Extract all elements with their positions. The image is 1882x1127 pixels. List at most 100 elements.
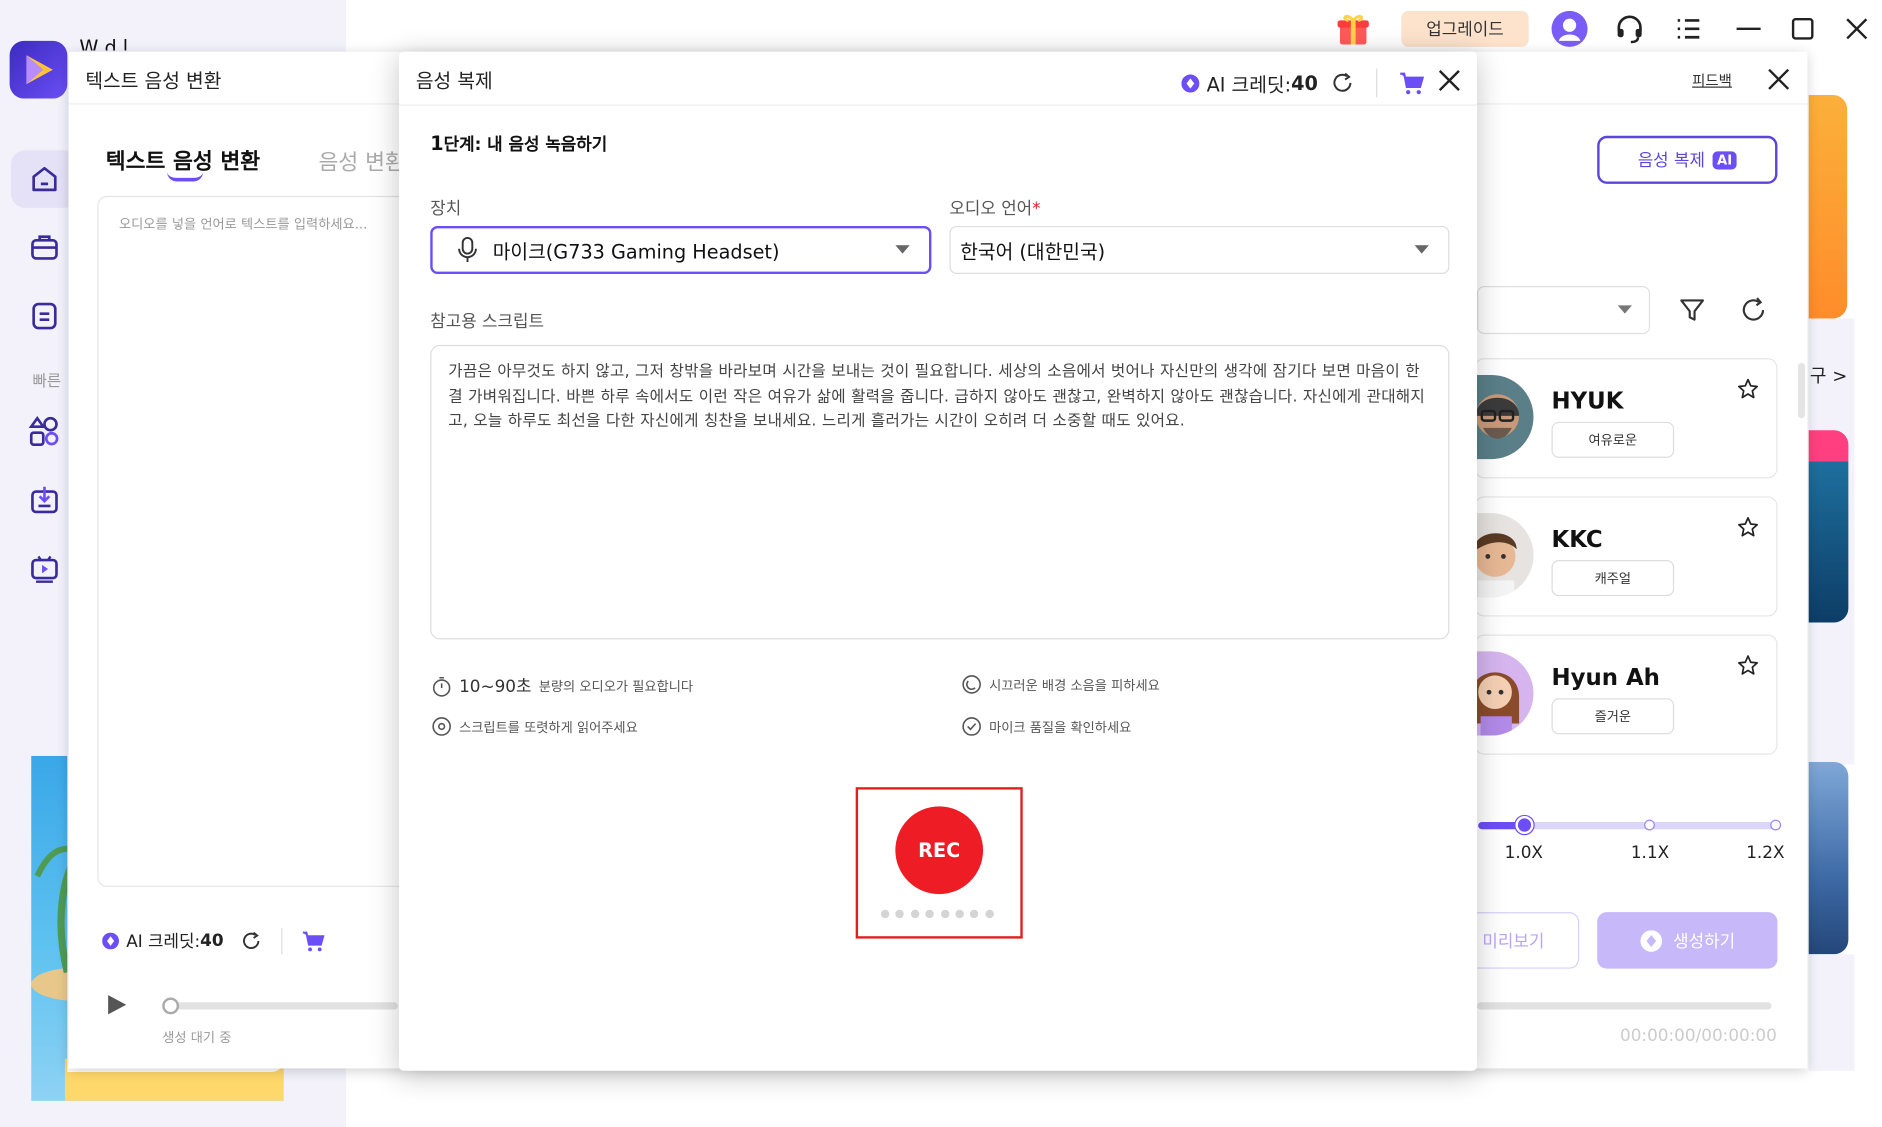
device-label: 장치 — [430, 199, 462, 219]
maximize-button[interactable] — [1788, 14, 1817, 43]
speed-slider-handle[interactable] — [1515, 816, 1534, 835]
language-select[interactable]: 한국어 (대한민국) — [949, 225, 1450, 275]
tab-text-to-speech[interactable]: 텍스트 음성 변환 — [106, 144, 260, 175]
recording-level-dots — [880, 907, 1001, 919]
banner-strip-1[interactable] — [1808, 94, 1848, 319]
refresh-voices-button[interactable] — [1739, 296, 1768, 325]
gift-button[interactable] — [1334, 10, 1372, 48]
side-bg — [1808, 954, 1855, 1071]
tip-mic: 마이크 품질을 확인하세요 — [961, 716, 1131, 736]
side-bg — [1808, 622, 1855, 765]
cart-icon[interactable] — [1398, 70, 1424, 96]
voice-tag: 여유로운 — [1551, 421, 1675, 458]
app-logo[interactable] — [9, 40, 68, 99]
level-dot — [925, 909, 935, 919]
step-number: 1 — [430, 132, 444, 156]
account-icon — [1551, 10, 1588, 47]
modal-credits: AI 크레딧: 40 — [1181, 68, 1424, 98]
video-icon — [31, 555, 58, 583]
filter-button[interactable] — [1678, 296, 1707, 325]
voice-name: Hyun Ah — [1551, 664, 1660, 692]
tip-noise-text: 시끄러운 배경 소음을 피하세요 — [989, 677, 1160, 693]
tip-mic-text: 마이크 품질을 확인하세요 — [989, 719, 1132, 735]
speed-label: 1.0X — [1504, 843, 1543, 863]
banner-strip-3[interactable] — [1808, 761, 1849, 955]
shapes-icon — [28, 415, 59, 446]
account-button[interactable] — [1550, 10, 1588, 48]
download-icon — [31, 486, 58, 514]
speed-tick — [1644, 819, 1655, 831]
tip-noise: 시끄러운 배경 소음을 피하세요 — [961, 674, 1160, 694]
reference-script[interactable]: 가끔은 아무것도 하지 않고, 그저 창밖을 바라보며 시간을 보내는 것이 필… — [430, 344, 1450, 640]
level-dot — [880, 909, 890, 919]
favorite-button[interactable] — [1737, 377, 1760, 400]
credit-gem-icon — [102, 932, 119, 950]
credit-gem-icon — [1181, 73, 1200, 92]
refresh-icon — [1742, 297, 1765, 321]
level-dot — [940, 909, 949, 919]
modal-title: 음성 복제 — [415, 69, 493, 93]
logo-icon — [26, 55, 53, 85]
dropdown-icon — [1617, 305, 1633, 314]
tab-voice-changer[interactable]: 음성 변환 — [318, 145, 402, 176]
required-mark: * — [1032, 199, 1041, 219]
device-select[interactable]: 마이크(G733 Gaming Headset) — [430, 225, 932, 275]
check-circle-icon — [962, 717, 981, 736]
language-value: 한국어 (대한민국) — [960, 240, 1106, 264]
voice-tag: 캐주얼 — [1551, 560, 1675, 597]
close-icon — [1438, 70, 1460, 91]
app-window: { "app": {"title_partial": "W d l"}, "to… — [0, 0, 1882, 1127]
voice-clone-button[interactable]: 음성 복제 AI — [1597, 135, 1778, 184]
timer-icon — [432, 676, 451, 697]
minimize-icon — [1736, 27, 1761, 31]
level-dot — [970, 909, 979, 919]
menu-button[interactable] — [1674, 14, 1703, 43]
modal-close-button[interactable] — [1436, 67, 1462, 93]
voice-filter-select[interactable] — [1477, 286, 1651, 335]
tts-text-input[interactable] — [97, 195, 410, 887]
voice-list-scrollbar[interactable] — [1797, 362, 1806, 419]
speed-label: 1.1X — [1630, 843, 1670, 863]
close-button[interactable] — [1842, 14, 1871, 43]
playback-progress[interactable] — [162, 1002, 398, 1010]
minimize-button[interactable] — [1734, 14, 1763, 43]
more-link[interactable]: 구 > — [1810, 363, 1847, 388]
playback-progress-right — [1477, 1002, 1772, 1010]
favorite-button[interactable] — [1737, 654, 1760, 677]
tip-read: 스크립트를 또렷하게 읽어주세요 — [431, 716, 638, 736]
support-icon — [1617, 15, 1642, 44]
voice-tag: 즐거운 — [1551, 698, 1675, 735]
tts-close-button[interactable] — [1765, 66, 1791, 92]
gift-icon — [1337, 14, 1369, 45]
playback-handle[interactable] — [162, 997, 180, 1015]
device-value: 마이크(G733 Gaming Headset) — [492, 240, 780, 264]
record-button[interactable]: REC — [895, 806, 984, 895]
play-button[interactable] — [105, 993, 129, 1017]
upgrade-button[interactable]: 업그레이드 — [1401, 10, 1529, 47]
favorite-button[interactable] — [1737, 516, 1760, 539]
support-button[interactable] — [1614, 13, 1645, 44]
tip-duration-number: 10~90초 — [459, 677, 532, 698]
level-dot — [910, 909, 920, 919]
step-heading: 1단계: 내 음성 녹음하기 — [430, 132, 607, 156]
refresh-icon[interactable] — [1330, 71, 1354, 95]
language-label: 오디오 언어* — [949, 196, 1040, 220]
level-dot — [955, 909, 964, 919]
feedback-link[interactable]: 피드백 — [1692, 70, 1732, 90]
tts-credits: AI 크레딧: 40 — [102, 927, 326, 955]
credit-gem-icon — [1640, 929, 1663, 952]
time-display: 00:00:00/00:00:00 — [1620, 1026, 1777, 1046]
preview-button[interactable]: 미리보기 — [1466, 912, 1580, 969]
banner-strip-2[interactable] — [1808, 430, 1849, 623]
cart-icon[interactable] — [302, 929, 326, 953]
generate-button[interactable]: 생성하기 — [1597, 912, 1778, 969]
divider — [1375, 68, 1377, 98]
eye-icon — [432, 717, 451, 736]
close-icon — [1846, 18, 1868, 40]
divider — [281, 927, 283, 955]
credits-value: 40 — [200, 931, 224, 951]
dropdown-icon — [1414, 245, 1429, 254]
refresh-icon[interactable] — [240, 930, 262, 952]
speed-tick — [1770, 819, 1782, 831]
voice-clone-label: 음성 복제 — [1637, 151, 1705, 171]
